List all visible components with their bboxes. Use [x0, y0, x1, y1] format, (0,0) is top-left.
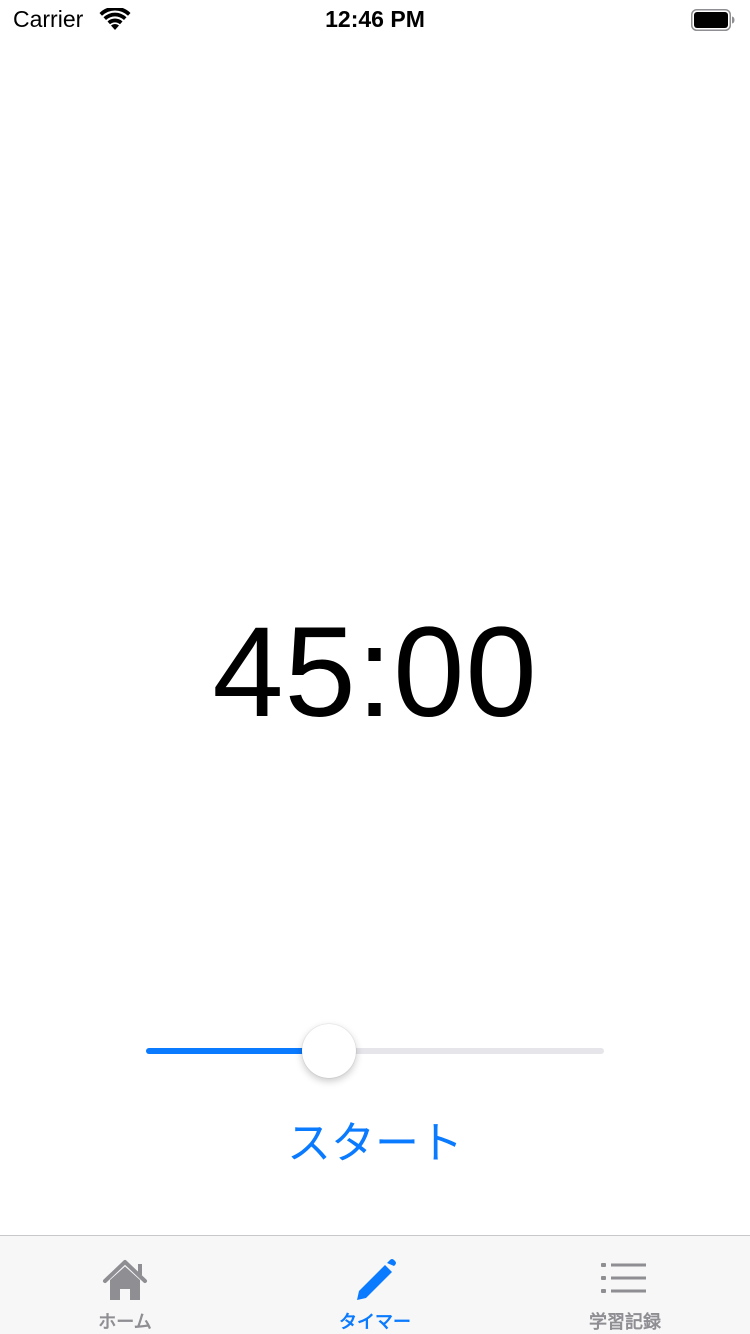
tab-study-log-label: 学習記録 [589, 1312, 661, 1333]
pencil-icon [357, 1259, 396, 1300]
timer-display: 45:00 [212, 601, 538, 744]
duration-slider[interactable] [146, 1024, 604, 1078]
tab-home-label: ホーム [98, 1312, 152, 1333]
tab-home[interactable]: ホーム [0, 1236, 250, 1334]
battery-icon [691, 9, 735, 31]
tab-study-log[interactable]: 学習記録 [500, 1236, 750, 1334]
list-icon [601, 1263, 646, 1293]
tab-timer-label: タイマー [339, 1312, 411, 1333]
tab-bar: ホーム タイマー 学習記録 [0, 1235, 750, 1334]
start-button[interactable]: スタート [225, 1114, 525, 1174]
slider-thumb[interactable] [302, 1024, 357, 1078]
status-bar: Carrier 12:46 PM [0, 0, 750, 40]
tab-timer[interactable]: タイマー [250, 1236, 500, 1334]
status-time: 12:46 PM [325, 6, 425, 32]
house-icon [103, 1260, 147, 1300]
